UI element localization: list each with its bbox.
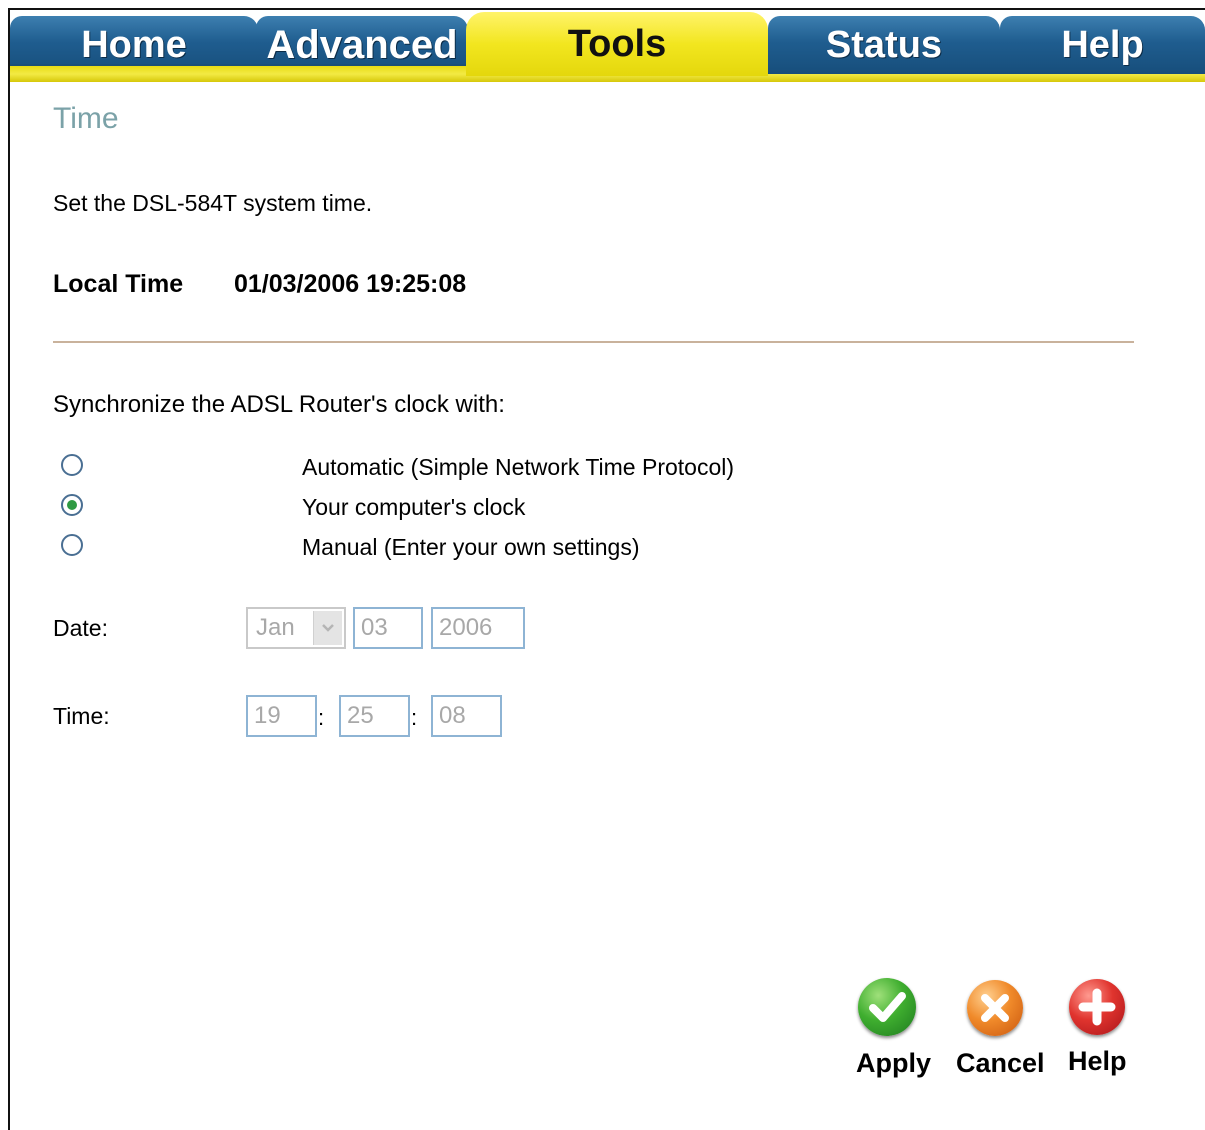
time-label: Time: (53, 703, 110, 729)
time-separator: : (411, 705, 418, 730)
apply-button[interactable]: Apply (848, 975, 948, 1085)
page-title: Time (53, 102, 119, 135)
help-label: Help (1068, 1046, 1127, 1076)
radio-automatic-sntp-label: Automatic (Simple Network Time Protocol) (302, 454, 735, 480)
cancel-button[interactable]: Cancel (953, 975, 1053, 1085)
page-description: Set the DSL-584T system time. (53, 190, 373, 216)
tab-help-label: Help (1061, 23, 1144, 66)
local-time-value: 01/03/2006 19:25:08 (234, 270, 467, 298)
month-select-value: Jan (256, 614, 295, 641)
hour-input[interactable]: 19 (246, 695, 317, 737)
radio-computer-clock-label: Your computer's clock (302, 494, 526, 520)
minute-input[interactable]: 25 (339, 695, 410, 737)
help-button[interactable]: Help (1062, 975, 1142, 1085)
sync-label: Synchronize the ADSL Router's clock with… (53, 391, 505, 418)
local-time-label: Local Time (53, 270, 184, 298)
check-icon (858, 978, 916, 1036)
second-input[interactable]: 08 (431, 695, 502, 737)
plus-icon (1069, 979, 1125, 1035)
date-label: Date: (53, 615, 108, 641)
radio-computer-clock[interactable] (61, 494, 83, 516)
month-select[interactable]: Jan (246, 607, 346, 649)
tab-status[interactable]: Status (768, 16, 1000, 74)
chevron-down-icon[interactable] (313, 611, 342, 645)
page-frame (8, 8, 1205, 1130)
tab-help[interactable]: Help (1000, 16, 1205, 74)
radio-manual[interactable] (61, 534, 83, 556)
tab-tools-label: Tools (567, 22, 667, 65)
radio-automatic-sntp[interactable] (61, 454, 83, 476)
day-input[interactable]: 03 (353, 607, 423, 649)
time-separator: : (318, 705, 325, 730)
tab-row: Tools Status Help (10, 10, 1205, 82)
close-icon (967, 980, 1023, 1036)
section-divider (53, 341, 1134, 343)
tab-tools[interactable]: Tools (466, 12, 768, 76)
year-input[interactable]: 2006 (431, 607, 525, 649)
cancel-label: Cancel (956, 1048, 1045, 1078)
tab-status-label: Status (825, 23, 943, 66)
radio-manual-label: Manual (Enter your own settings) (302, 534, 640, 560)
apply-label: Apply (856, 1048, 932, 1078)
